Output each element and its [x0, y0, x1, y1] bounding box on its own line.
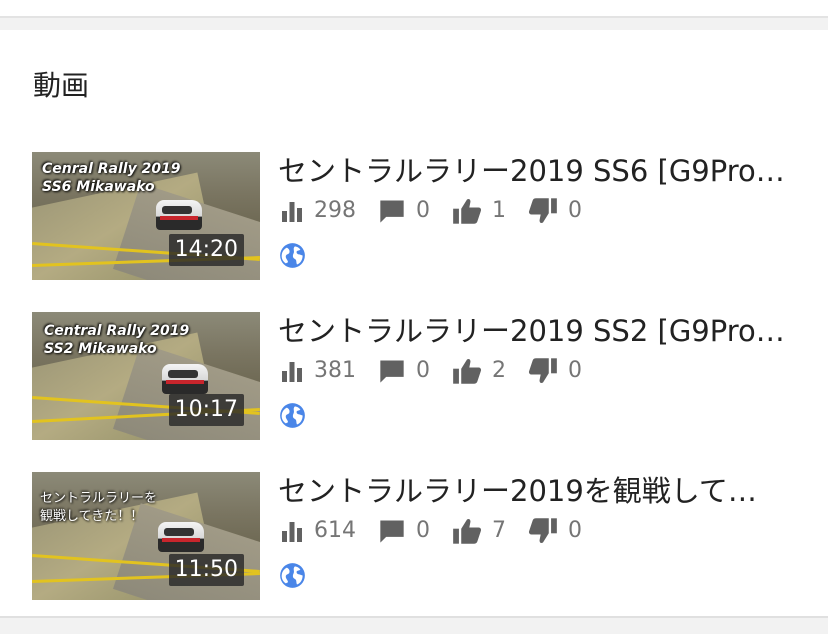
video-title[interactable]: セントラルラリー2019 SS2 [G9Pro…	[278, 312, 798, 350]
comments-count: 0	[416, 198, 430, 223]
video-stats: 298 0 1 0	[280, 196, 604, 226]
comments-stat: 0	[378, 196, 430, 226]
dislikes-stat: 0	[528, 516, 582, 546]
thumbs-up-icon	[453, 519, 482, 544]
likes-stat: 1	[452, 196, 506, 226]
thumbnail-caption: セントラルラリーを 観戦してきた！！	[40, 491, 158, 524]
likes-stat: 7	[452, 516, 506, 546]
views-stat: 614	[280, 516, 356, 546]
comments-stat: 0	[378, 516, 430, 546]
video-item[interactable]: Central Rally 2019 SS2 Mikawako 10:17 セン…	[0, 312, 828, 440]
video-duration: 14:20	[168, 234, 244, 266]
comment-icon	[380, 200, 404, 223]
comment-icon	[380, 520, 404, 543]
bottom-divider	[0, 616, 828, 618]
thumbnail-caption: Central Rally 2019 SS2 Mikawako	[44, 323, 190, 357]
video-duration: 11:50	[168, 554, 244, 586]
views-count: 298	[314, 198, 356, 223]
dislikes-count: 0	[568, 518, 582, 543]
thumbs-up-icon	[453, 199, 482, 224]
views-bar-chart-icon	[282, 202, 302, 222]
dislikes-stat: 0	[528, 356, 582, 386]
comments-count: 0	[416, 518, 430, 543]
video-stats: 614 0 7 0	[280, 516, 604, 546]
dislikes-stat: 0	[528, 196, 582, 226]
comments-stat: 0	[378, 356, 430, 386]
dislikes-count: 0	[568, 198, 582, 223]
globe-icon	[280, 243, 305, 268]
likes-count: 7	[492, 518, 506, 543]
video-duration: 10:17	[168, 394, 244, 426]
thumbs-down-icon	[528, 198, 557, 223]
thumbnail-caption: Cenral Rally 2019 SS6 Mikawako	[42, 161, 181, 195]
globe-icon	[280, 563, 305, 588]
views-count: 381	[314, 358, 356, 383]
video-thumbnail[interactable]: セントラルラリーを 観戦してきた！！ 11:50	[32, 472, 260, 600]
video-stats: 381 0 2 0	[280, 356, 604, 386]
likes-count: 2	[492, 358, 506, 383]
video-title[interactable]: セントラルラリー2019を観戦して…	[278, 472, 798, 510]
section-title: 動画	[33, 69, 90, 102]
likes-count: 1	[492, 198, 506, 223]
top-divider	[0, 0, 828, 18]
comments-count: 0	[416, 358, 430, 383]
video-item[interactable]: Cenral Rally 2019 SS6 Mikawako 14:20 セント…	[0, 152, 828, 280]
views-bar-chart-icon	[282, 522, 302, 542]
video-thumbnail[interactable]: Central Rally 2019 SS2 Mikawako 10:17	[32, 312, 260, 440]
views-stat: 381	[280, 356, 356, 386]
thumbs-down-icon	[528, 358, 557, 383]
thumbs-down-icon	[528, 518, 557, 543]
globe-icon	[280, 403, 305, 428]
video-title[interactable]: セントラルラリー2019 SS6 [G9Pro…	[278, 152, 798, 190]
views-stat: 298	[280, 196, 356, 226]
comment-icon	[380, 360, 404, 383]
views-bar-chart-icon	[282, 362, 302, 382]
likes-stat: 2	[452, 356, 506, 386]
thumbs-up-icon	[453, 359, 482, 384]
views-count: 614	[314, 518, 356, 543]
video-item[interactable]: セントラルラリーを 観戦してきた！！ 11:50 セントラルラリー2019を観戦…	[0, 472, 828, 600]
video-thumbnail[interactable]: Cenral Rally 2019 SS6 Mikawako 14:20	[32, 152, 260, 280]
dislikes-count: 0	[568, 358, 582, 383]
